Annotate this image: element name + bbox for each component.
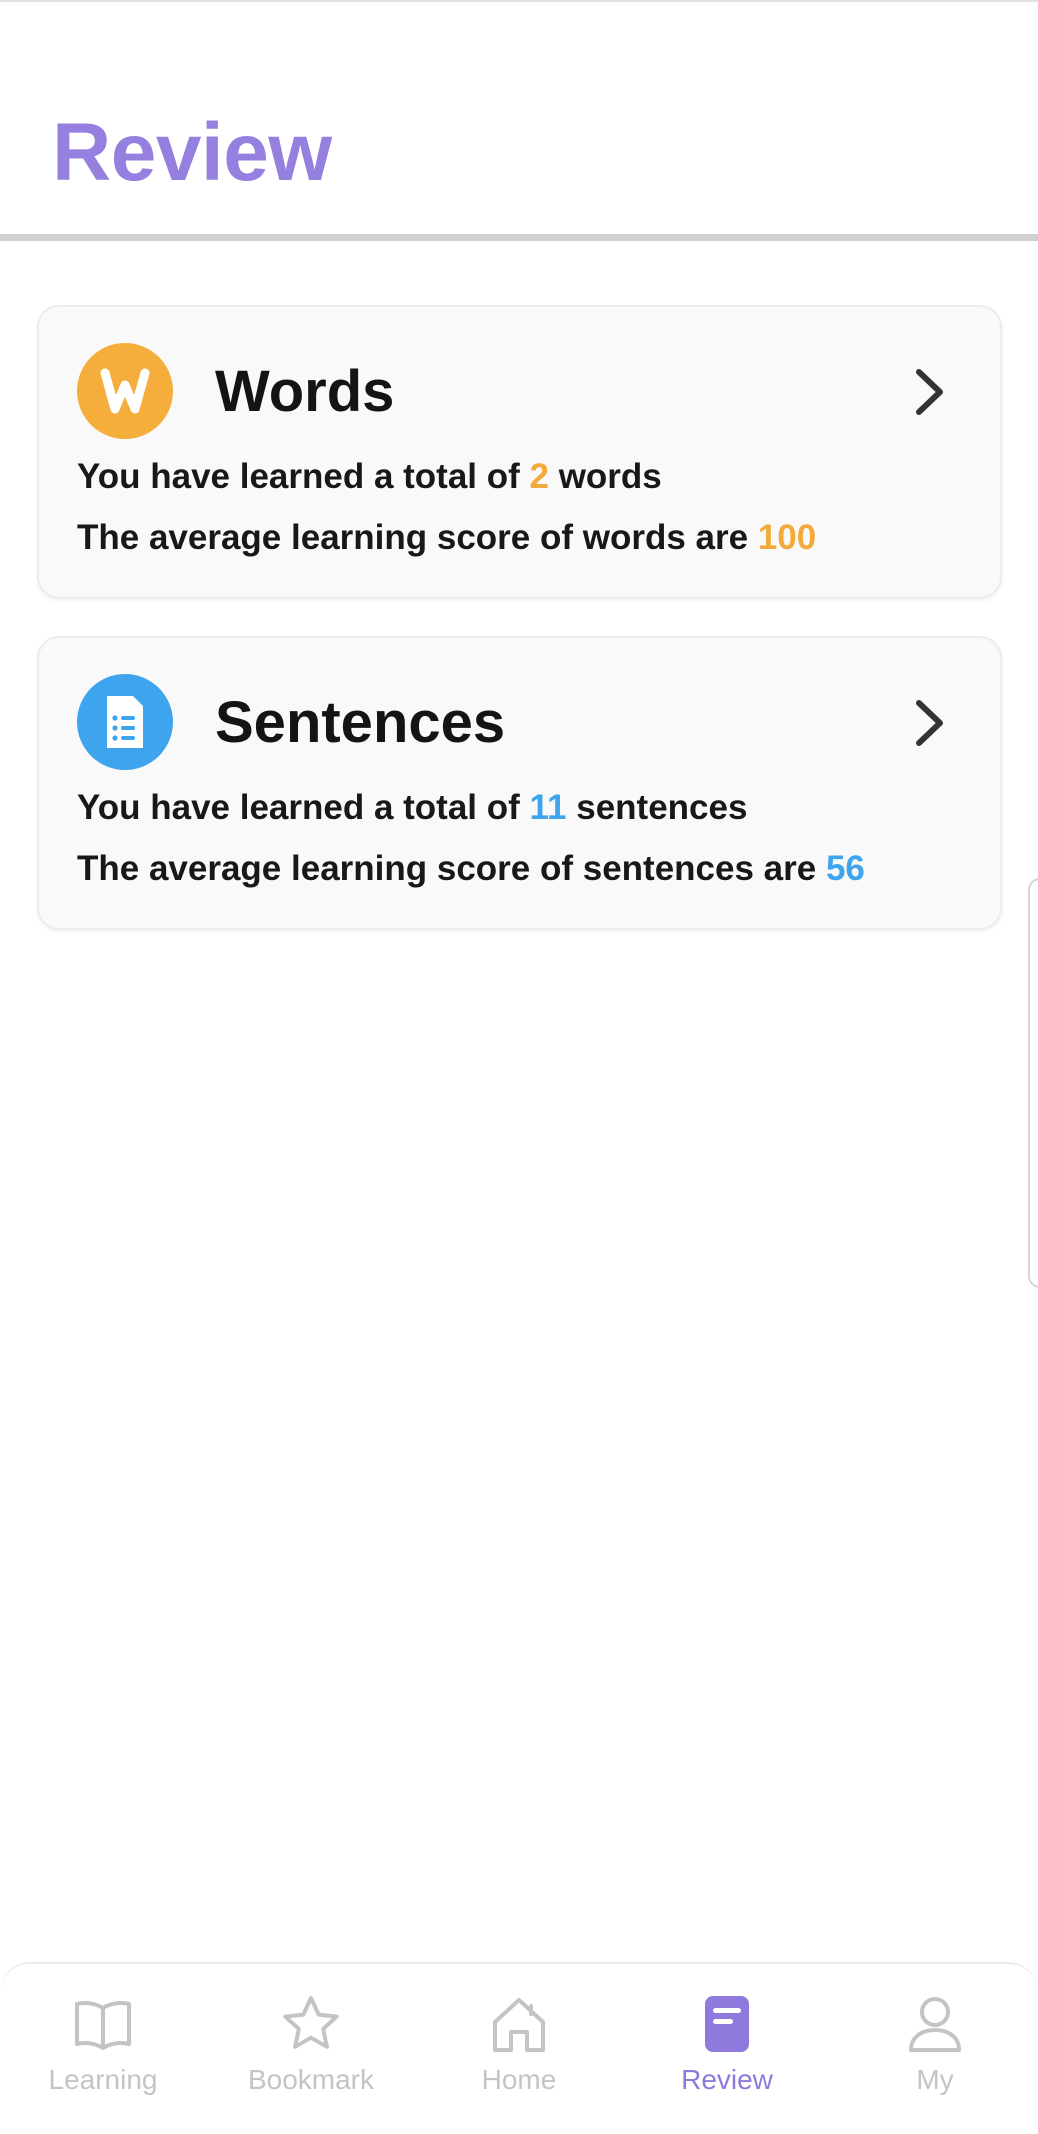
document-list-icon	[77, 674, 173, 770]
words-card[interactable]: Words You have learned a total of 2 word…	[37, 305, 1002, 599]
chevron-right-icon[interactable]	[912, 367, 948, 417]
page-title: Review	[52, 107, 332, 198]
words-score-value: 100	[757, 518, 817, 557]
words-total-line: You have learned a total of 2 words	[77, 459, 662, 494]
tab-bookmark-label: Bookmark	[247, 2064, 375, 2095]
tab-my[interactable]: My	[845, 1992, 1025, 2122]
tab-home[interactable]: Home	[429, 1992, 609, 2122]
sentences-total-suffix: sentences	[566, 788, 748, 827]
tab-bookmark[interactable]: Bookmark	[221, 1992, 401, 2122]
sentences-score-value: 56	[825, 849, 865, 888]
review-screen: Review Words You have learned a total of…	[0, 0, 1038, 2134]
bottom-tab-bar: Learning Bookmark Home Review My	[0, 1962, 1038, 2134]
home-icon	[493, 1998, 545, 2052]
sentences-total-prefix: You have learned a total of	[77, 788, 530, 827]
words-total-value: 2	[529, 457, 549, 496]
header-divider	[0, 234, 1038, 241]
tab-review[interactable]: Review	[637, 1992, 817, 2122]
tab-review-label: Review	[681, 2064, 773, 2095]
user-icon	[909, 1997, 961, 2052]
w-letter-icon	[77, 343, 173, 439]
tab-home-label: Home	[481, 2064, 557, 2095]
sentences-card-title: Sentences	[215, 690, 506, 755]
tab-my-label: My	[916, 2064, 954, 2095]
chevron-right-icon[interactable]	[912, 698, 948, 748]
words-score-line: The average learning score of words are …	[77, 520, 816, 555]
tab-learning-label: Learning	[48, 2064, 158, 2095]
words-total-suffix: words	[548, 457, 662, 496]
words-score-prefix: The average learning score of words are	[77, 518, 758, 557]
open-book-icon	[75, 2001, 131, 2050]
side-drawer-handle[interactable]	[1028, 878, 1038, 1288]
header: Review	[0, 0, 1038, 243]
tab-learning[interactable]: Learning	[13, 1992, 193, 2122]
sentences-card[interactable]: Sentences You have learned a total of 11…	[37, 636, 1002, 930]
sentences-total-value: 11	[529, 788, 567, 827]
sentences-score-line: The average learning score of sentences …	[77, 851, 865, 886]
sentences-total-line: You have learned a total of 11 sentences	[77, 790, 747, 825]
sentences-score-prefix: The average learning score of sentences …	[77, 849, 826, 888]
review-document-icon	[705, 1996, 749, 2052]
star-icon	[283, 1996, 339, 2049]
words-card-title: Words	[215, 359, 395, 424]
words-total-prefix: You have learned a total of	[77, 457, 530, 496]
